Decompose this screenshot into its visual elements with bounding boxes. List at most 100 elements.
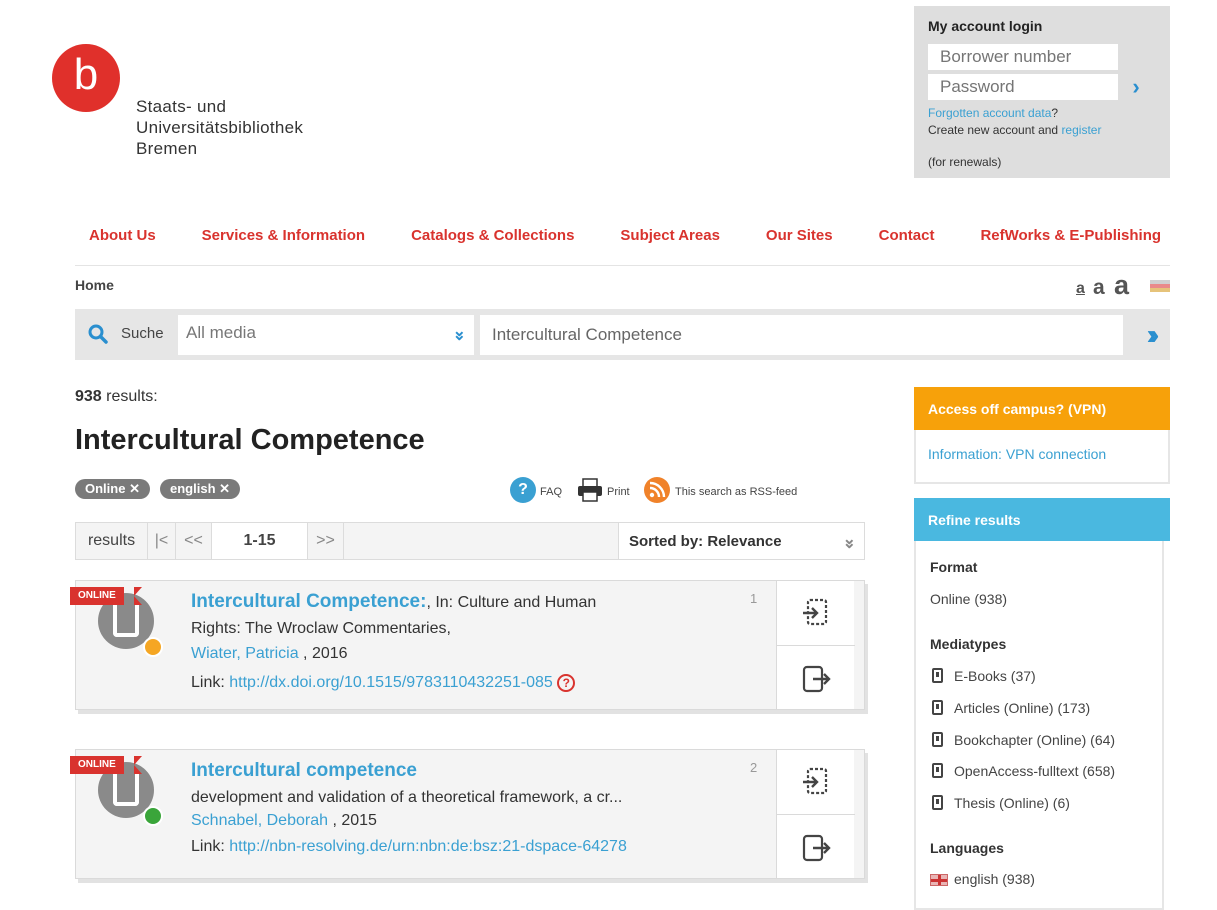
account-login-panel: My account login › Forgotten account dat… xyxy=(914,6,1170,178)
nav-catalogs-collections[interactable]: Catalogs & Collections xyxy=(402,225,583,249)
sort-select[interactable]: Sorted by: Relevance ⌄ ⌄ xyxy=(618,523,864,559)
facet-mediatype-articles[interactable]: Articles (Online) (173) xyxy=(954,700,1090,716)
german-language-flag-icon[interactable] xyxy=(1150,280,1170,292)
save-to-list-icon[interactable] xyxy=(799,596,833,630)
facet-mediatype-ebooks[interactable]: E-Books (37) xyxy=(954,668,1036,684)
print-icon[interactable] xyxy=(576,477,604,503)
library-name-line3: Bremen xyxy=(136,139,198,158)
result-subtitle: Rights: The Wroclaw Commentaries, xyxy=(191,620,451,637)
result-urn-link[interactable]: http://nbn-resolving.de/urn:nbn:de:bsz:2… xyxy=(229,838,627,855)
filter-chip-online[interactable]: Online ✕ xyxy=(75,479,150,499)
search-label: Suche xyxy=(121,325,164,342)
result-link-row: Link: http://nbn-resolving.de/urn:nbn:de… xyxy=(191,838,627,856)
login-title: My account login xyxy=(928,18,1043,34)
result-author-link[interactable]: Schnabel, Deborah xyxy=(191,812,328,829)
sort-value: Sorted by: Relevance xyxy=(629,533,782,550)
search-icon[interactable] xyxy=(87,323,109,345)
ebook-icon xyxy=(932,668,943,683)
font-size-large[interactable]: a xyxy=(1114,270,1129,301)
faq-link[interactable]: FAQ xyxy=(540,486,562,498)
font-size-medium[interactable]: a xyxy=(1093,276,1105,300)
borrower-number-input[interactable] xyxy=(928,44,1118,70)
result-link-row: Link: http://dx.doi.org/10.1515/97831104… xyxy=(191,674,576,692)
page-range: 1-15 xyxy=(212,523,308,559)
result-author-row: Schnabel, Deborah , 2015 xyxy=(191,812,377,830)
results-title: Intercultural Competence xyxy=(75,424,425,456)
search-input[interactable] xyxy=(480,315,1123,355)
result-title-link[interactable]: Intercultural competence xyxy=(191,760,417,782)
result-author-row: Wiater, Patricia , 2016 xyxy=(191,645,348,663)
result-actions xyxy=(776,750,855,878)
result-subtitle: development and validation of a theoreti… xyxy=(191,789,623,806)
nav-subject-areas[interactable]: Subject Areas xyxy=(611,225,729,249)
first-page-icon[interactable]: |< xyxy=(148,523,176,559)
actions-divider xyxy=(777,814,855,815)
breadcrumb-home[interactable]: Home xyxy=(75,277,114,293)
forgot-suffix: ? xyxy=(1051,106,1059,120)
book-glyph-icon xyxy=(113,605,139,637)
book-glyph-icon xyxy=(113,774,139,806)
facet-heading-languages: Languages xyxy=(930,840,1004,856)
save-to-list-icon[interactable] xyxy=(799,765,833,799)
result-doi-link[interactable]: http://dx.doi.org/10.1515/9783110432251-… xyxy=(229,674,553,691)
result-item: ONLINE Intercultural Competence:, In: Cu… xyxy=(70,580,865,710)
result-title-text[interactable]: Intercultural Competence: xyxy=(191,591,426,612)
remove-filter-icon[interactable]: ✕ xyxy=(219,481,230,496)
pager-label: results xyxy=(76,523,148,559)
facet-format-online[interactable]: Online (938) xyxy=(930,591,1007,607)
faq-icon[interactable]: ? xyxy=(510,477,536,503)
library-name-line2: Universitätsbibliothek xyxy=(136,118,304,137)
rss-link[interactable]: This search as RSS-feed xyxy=(675,486,797,498)
export-icon[interactable] xyxy=(799,831,833,865)
facet-language-english[interactable]: english (938) xyxy=(954,871,1035,887)
login-submit-arrow-icon[interactable]: › xyxy=(1124,74,1148,100)
result-number: 2 xyxy=(750,760,758,775)
result-year: , 2015 xyxy=(332,812,377,829)
article-icon xyxy=(932,700,943,715)
result-title-text[interactable]: Intercultural competence xyxy=(191,760,417,781)
library-name-line1: Staats- und xyxy=(136,97,227,116)
results-count-number: 938 xyxy=(75,388,102,405)
ribbon-tail xyxy=(134,756,142,774)
nav-about-us[interactable]: About Us xyxy=(80,225,165,249)
font-size-small[interactable]: a xyxy=(1076,280,1085,298)
filter-chip-label: Online xyxy=(85,481,126,496)
results-pager: results |< << 1-15 >> Sorted by: Relevan… xyxy=(75,522,865,560)
facet-mediatype-thesis[interactable]: Thesis (Online) (6) xyxy=(954,795,1070,811)
open-access-info-icon[interactable]: ? xyxy=(557,674,576,692)
nav-services-information[interactable]: Services & Information xyxy=(193,225,374,249)
english-flag-icon xyxy=(930,874,948,886)
search-submit-icon[interactable]: ›› xyxy=(1130,317,1170,353)
password-input[interactable] xyxy=(928,74,1118,100)
export-icon[interactable] xyxy=(799,662,833,696)
renewals-note: (for renewals) xyxy=(928,155,1002,169)
forgot-account-row: Forgotten account data? xyxy=(928,106,1058,120)
facet-mediatype-openaccess[interactable]: OpenAccess-fulltext (658) xyxy=(954,763,1115,779)
media-type-value: All media xyxy=(186,323,256,342)
result-title-link[interactable]: Intercultural Competence:, In: Culture a… xyxy=(191,591,596,613)
result-author-link[interactable]: Wiater, Patricia xyxy=(191,645,299,662)
refine-panel: Format Online (938) Mediatypes E-Books (… xyxy=(914,541,1164,910)
rss-icon[interactable] xyxy=(644,477,670,503)
thesis-icon xyxy=(932,795,943,810)
remove-filter-icon[interactable]: ✕ xyxy=(129,481,140,496)
register-row: Create new account and register xyxy=(928,123,1101,137)
filter-chip-label: english xyxy=(170,481,216,496)
openaccess-icon xyxy=(932,763,943,778)
vpn-info-link[interactable]: Information: VPN connection xyxy=(928,446,1106,462)
create-account-text: Create new account and xyxy=(928,123,1059,137)
nav-our-sites[interactable]: Our Sites xyxy=(757,225,842,249)
nav-contact[interactable]: Contact xyxy=(870,225,944,249)
result-item: ONLINE Intercultural competence developm… xyxy=(70,749,865,879)
next-page-icon[interactable]: >> xyxy=(308,523,344,559)
result-actions xyxy=(776,581,855,709)
prev-page-icon[interactable]: << xyxy=(176,523,212,559)
nav-refworks-epublishing[interactable]: RefWorks & E-Publishing xyxy=(971,225,1170,249)
result-year: , 2016 xyxy=(303,645,348,662)
facet-mediatype-bookchapter[interactable]: Bookchapter (Online) (64) xyxy=(954,732,1115,748)
media-type-select[interactable]: All media ⌄ ⌄ xyxy=(178,315,474,355)
register-link[interactable]: register xyxy=(1061,123,1101,137)
forgot-account-link[interactable]: Forgotten account data xyxy=(928,106,1051,120)
print-link[interactable]: Print xyxy=(607,486,630,498)
filter-chip-english[interactable]: english ✕ xyxy=(160,479,241,499)
